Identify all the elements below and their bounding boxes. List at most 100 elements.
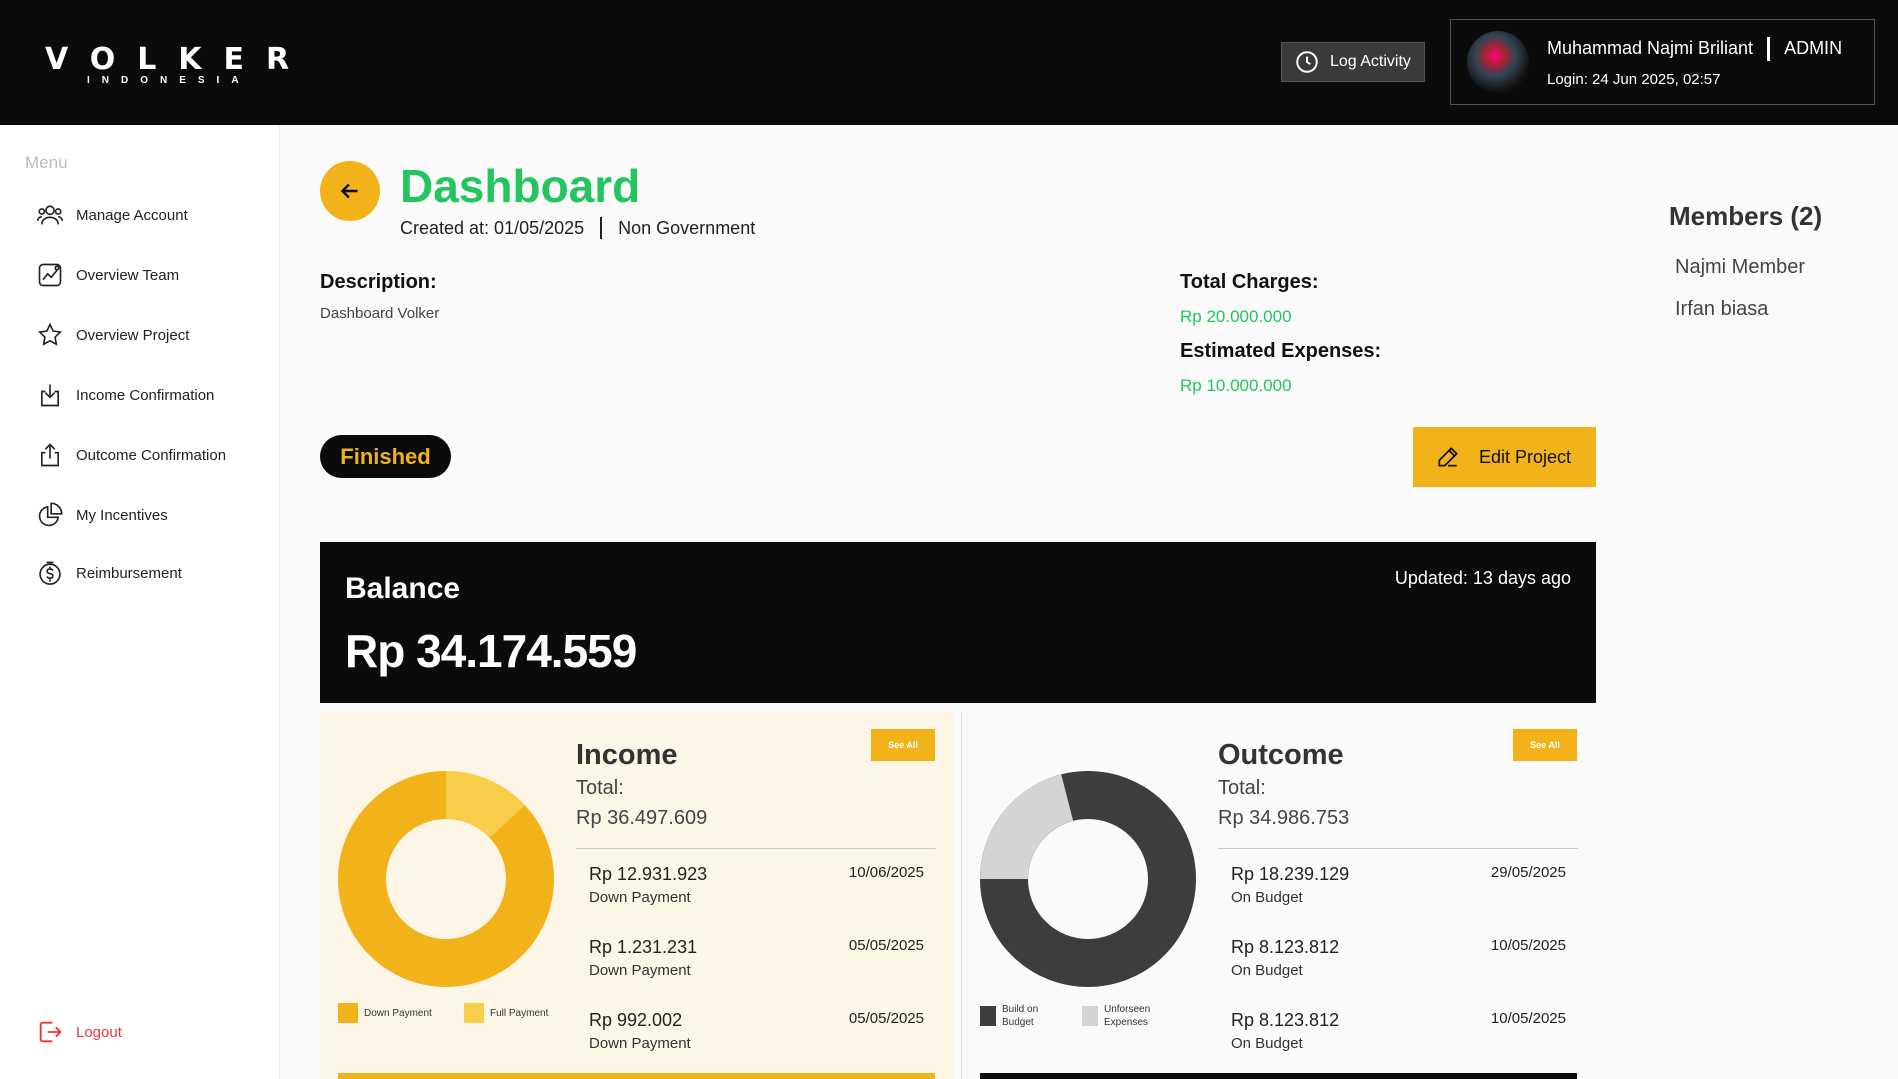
legend-label: Down Payment bbox=[364, 1007, 432, 1019]
legend-label: Build on Budget bbox=[1002, 1004, 1039, 1028]
sidebar-item-manage-account[interactable]: Manage Account bbox=[36, 201, 188, 229]
divider bbox=[1767, 36, 1771, 61]
estimated-expenses-value: Rp 10.000.000 bbox=[1180, 376, 1292, 395]
login-info: Login: 24 Jun 2025, 02:57 bbox=[1547, 70, 1721, 88]
sidebar-item-overview-project[interactable]: Overview Project bbox=[36, 321, 189, 349]
transaction-type: Down Payment bbox=[589, 962, 691, 979]
sidebar-item-label: Income Confirmation bbox=[76, 386, 215, 404]
legend-label: Unforseen Expenses bbox=[1104, 1004, 1151, 1028]
project-type: Non Government bbox=[618, 217, 756, 238]
page-title: Dashboard bbox=[400, 160, 641, 212]
project-meta: Created at: 01/05/2025 Non Government bbox=[400, 217, 755, 239]
user-profile-box[interactable]: Muhammad Najmi Briliant ADMIN Login: 24 … bbox=[1450, 19, 1875, 105]
sidebar-item-overview-team[interactable]: Overview Team bbox=[36, 261, 179, 289]
log-activity-label: Log Activity bbox=[1330, 53, 1411, 70]
legend-item: Full Payment bbox=[464, 1003, 548, 1023]
divider bbox=[576, 848, 936, 849]
balance-updated: Updated: 13 days ago bbox=[1394, 568, 1571, 588]
member-item[interactable]: Najmi Member bbox=[1675, 256, 1805, 279]
download-icon bbox=[41, 384, 59, 407]
created-at: Created at: 01/05/2025 bbox=[400, 217, 585, 238]
back-button[interactable] bbox=[320, 161, 380, 221]
legend-item: Down Payment bbox=[338, 1003, 432, 1023]
chart-line-icon bbox=[38, 263, 62, 287]
logout-label: Logout bbox=[76, 1023, 122, 1041]
logout-icon bbox=[39, 1021, 62, 1043]
estimated-expenses-label: Estimated Expenses: bbox=[1180, 340, 1382, 362]
outcome-total-value: Rp 34.986.753 bbox=[1218, 807, 1350, 829]
sidebar-item-income-confirmation[interactable]: Income Confirmation bbox=[36, 381, 214, 409]
transaction-type: Down Payment bbox=[589, 1035, 691, 1052]
transaction-date: 10/06/2025 bbox=[848, 864, 924, 881]
transaction-type: Down Payment bbox=[589, 889, 691, 906]
sidebar-item-reimbursement[interactable]: Reimbursement bbox=[36, 559, 182, 587]
volker-logo[interactable]: VOLKER INDONESIA bbox=[45, 42, 311, 86]
main-content: Dashboard Created at: 01/05/2025 Non Gov… bbox=[280, 125, 1898, 1079]
sidebar-item-label: Overview Team bbox=[76, 266, 180, 284]
income-title: Income bbox=[576, 739, 678, 771]
users-icon bbox=[36, 205, 64, 225]
transaction-type: On Budget bbox=[1231, 889, 1303, 906]
user-name: Muhammad Najmi Briliant bbox=[1547, 38, 1754, 58]
income-total-value: Rp 36.497.609 bbox=[576, 807, 708, 829]
logout-button[interactable]: Logout bbox=[36, 1018, 122, 1046]
user-role: ADMIN bbox=[1784, 38, 1843, 58]
sidebar: Menu Manage Account Overview Team Overvi… bbox=[0, 125, 280, 1079]
pencil-icon bbox=[1438, 447, 1458, 467]
edit-project-button[interactable]: Edit Project bbox=[1413, 427, 1596, 487]
legend-item: Unforseen Expenses bbox=[1082, 1003, 1172, 1029]
balance-label: Balance bbox=[345, 572, 461, 605]
member-item[interactable]: Irfan biasa bbox=[1675, 298, 1768, 321]
sidebar-item-label: Overview Project bbox=[76, 326, 190, 344]
sidebar-item-label: Manage Account bbox=[76, 206, 188, 224]
list-item[interactable]: Rp 12.931.923 Down Payment 10/06/2025 bbox=[589, 864, 924, 906]
transaction-date: 10/05/2025 bbox=[1490, 1010, 1566, 1027]
outcome-card: Build on Budget Unforseen Expenses Outco… bbox=[961, 711, 1595, 1079]
transaction-date: 29/05/2025 bbox=[1490, 864, 1566, 881]
balance-card: Balance Rp 34.174.559 Updated: 13 days a… bbox=[320, 542, 1596, 703]
divider bbox=[1218, 848, 1578, 849]
sidebar-item-label: Reimbursement bbox=[76, 564, 182, 582]
members-title: Members (2) bbox=[1669, 201, 1823, 231]
income-see-all-button[interactable]: See All bbox=[871, 729, 935, 761]
clock-icon bbox=[1296, 51, 1318, 73]
outcome-see-all-button[interactable]: See All bbox=[1513, 729, 1577, 761]
description-value: Dashboard Volker bbox=[320, 305, 440, 322]
sidebar-item-label: My Incentives bbox=[76, 506, 168, 524]
status-badge: Finished bbox=[320, 435, 451, 478]
description-label: Description: bbox=[320, 271, 437, 293]
avatar bbox=[1467, 31, 1529, 93]
pie-chart-icon bbox=[38, 502, 63, 527]
legend-swatch bbox=[1082, 1006, 1098, 1026]
divider bbox=[600, 217, 603, 239]
income-total-label: Total: bbox=[576, 777, 624, 799]
sidebar-item-outcome-confirmation[interactable]: Outcome Confirmation bbox=[36, 441, 226, 469]
outcome-footer-strip bbox=[980, 1073, 1577, 1079]
sidebar-item-my-incentives[interactable]: My Incentives bbox=[36, 501, 168, 529]
list-item[interactable]: Rp 8.123.812 On Budget 10/05/2025 bbox=[1231, 1010, 1566, 1052]
list-item[interactable]: Rp 992.002 Down Payment 05/05/2025 bbox=[589, 1010, 924, 1052]
transaction-date: 10/05/2025 bbox=[1490, 937, 1566, 954]
upload-icon bbox=[41, 443, 59, 467]
income-card: Down Payment Full Payment Income Total: … bbox=[320, 711, 954, 1079]
menu-title: Menu bbox=[25, 153, 68, 172]
list-item[interactable]: Rp 18.239.129 On Budget 29/05/2025 bbox=[1231, 864, 1566, 906]
dollar-circle-icon bbox=[39, 561, 61, 585]
total-charges-value: Rp 20.000.000 bbox=[1180, 307, 1292, 326]
sidebar-item-label: Outcome Confirmation bbox=[76, 446, 227, 464]
outcome-title: Outcome bbox=[1218, 739, 1344, 771]
list-item[interactable]: Rp 1.231.231 Down Payment 05/05/2025 bbox=[589, 937, 924, 979]
transaction-date: 05/05/2025 bbox=[848, 1010, 924, 1027]
log-activity-button[interactable]: Log Activity bbox=[1281, 42, 1425, 82]
list-item[interactable]: Rp 8.123.812 On Budget 10/05/2025 bbox=[1231, 937, 1566, 979]
income-footer-strip bbox=[338, 1073, 935, 1079]
transaction-type: On Budget bbox=[1231, 1035, 1303, 1052]
balance-value: Rp 34.174.559 bbox=[345, 625, 637, 677]
transaction-type: On Budget bbox=[1231, 962, 1303, 979]
legend-swatch bbox=[338, 1003, 358, 1023]
legend-swatch bbox=[980, 1006, 996, 1026]
legend-item: Build on Budget bbox=[980, 1003, 1070, 1029]
legend-label: Full Payment bbox=[490, 1007, 549, 1019]
legend-swatch bbox=[464, 1003, 484, 1023]
transaction-date: 05/05/2025 bbox=[848, 937, 924, 954]
